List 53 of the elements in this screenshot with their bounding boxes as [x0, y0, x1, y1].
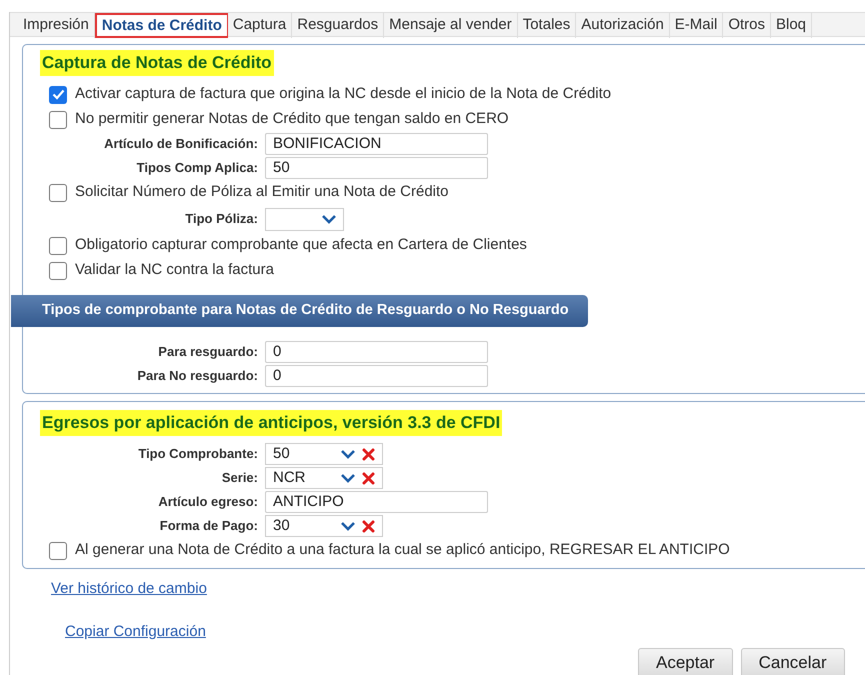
- tab[interactable]: Totales: [518, 13, 576, 38]
- field-label: Tipo Comprobante:: [137, 445, 259, 464]
- checkbox-label: Activar captura de factura que origina la NC desde el inicio de la Nota de Crédito: [75, 84, 612, 104]
- field-label: Artículo de Bonificación:: [103, 135, 259, 154]
- checkbox[interactable]: [49, 110, 67, 128]
- checkbox-label: No permitir generar Notas de Crédito que tengan saldo en CERO: [75, 109, 509, 130]
- field-label: Para resguardo:: [157, 343, 259, 362]
- checkbox-label: Al generar una Nota de Crédito a una factura la cual se aplicó anticipo, REGRESAR EL ANTICIPO: [75, 540, 730, 560]
- chevron-down-icon: [340, 449, 356, 459]
- tab[interactable]: Notas de Crédito: [94, 13, 228, 38]
- combo-box[interactable]: 30: [265, 515, 383, 537]
- input-field[interactable]: 0: [265, 341, 488, 363]
- section-title: Captura de Notas de Crédito: [40, 50, 274, 76]
- input-field[interactable]: BONIFICACION: [265, 133, 488, 155]
- tab[interactable]: E-Mail: [670, 13, 724, 38]
- checkbox-label: Solicitar Número de Póliza al Emitir una Nota de Crédito: [75, 182, 448, 202]
- tab[interactable]: Resguardos: [292, 13, 384, 38]
- input-field[interactable]: ANTICIPO: [265, 491, 488, 513]
- clear-icon[interactable]: [362, 472, 375, 484]
- checkbox[interactable]: [49, 542, 67, 560]
- field-label: Forma de Pago:: [158, 517, 259, 536]
- checkbox[interactable]: [49, 262, 67, 280]
- field-label: Tipos Comp Aplica:: [136, 159, 259, 178]
- input-field[interactable]: 50: [265, 157, 488, 179]
- tab[interactable]: Mensaje al vender: [384, 13, 518, 38]
- checkbox[interactable]: [49, 236, 67, 254]
- field-label: Serie:: [220, 469, 259, 488]
- field-label: Para No resguardo:: [136, 367, 259, 386]
- checkbox[interactable]: [49, 86, 67, 104]
- tab[interactable]: Bloq: [771, 13, 812, 38]
- history-link[interactable]: Ver histórico de cambio: [51, 580, 207, 597]
- checkbox[interactable]: [49, 184, 67, 202]
- clear-icon[interactable]: [362, 448, 375, 460]
- tab[interactable]: Otros: [723, 13, 771, 38]
- dropdown[interactable]: [265, 208, 344, 230]
- field-label: Tipo Póliza:: [184, 210, 259, 228]
- chevron-down-icon: [340, 521, 356, 531]
- copy-config-link[interactable]: Copiar Configuración: [65, 623, 206, 640]
- clear-icon[interactable]: [362, 520, 375, 532]
- combo-box[interactable]: 50: [265, 443, 383, 465]
- chevron-down-icon: [340, 473, 356, 483]
- tab[interactable]: Captura: [228, 13, 292, 38]
- checkbox-label: Validar la NC contra la factura: [75, 260, 274, 280]
- tab[interactable]: Autorización: [576, 13, 670, 38]
- chevron-down-icon: [321, 214, 337, 224]
- checkbox-label: Obligatorio capturar comprobante que afecta en Cartera de Clientes: [75, 235, 527, 256]
- dialog-button[interactable]: Aceptar: [638, 648, 733, 675]
- input-field[interactable]: 0: [265, 365, 488, 387]
- section-title: Egresos por aplicación de anticipos, versión 3.3 de CFDI: [40, 410, 502, 436]
- dialog-button[interactable]: Cancelar: [740, 648, 845, 675]
- field-label: Artículo egreso:: [157, 493, 259, 512]
- section-ribbon: Tipos de comprobante para Notas de Crédito de Resguardo o No Resguardo: [11, 295, 588, 327]
- combo-box[interactable]: NCR: [265, 467, 383, 489]
